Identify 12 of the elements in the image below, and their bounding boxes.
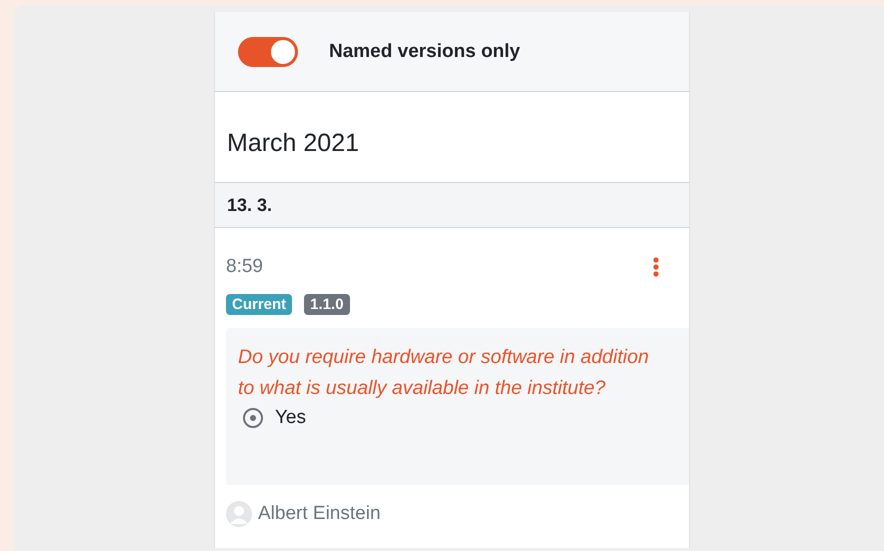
answer-label: Yes (275, 407, 306, 429)
filter-label: Named versions only (329, 40, 520, 62)
version-tag: Current (226, 294, 292, 315)
author-name: Albert Einstein (258, 503, 381, 525)
date-heading: 13. 3. (227, 194, 272, 216)
toggle-switch[interactable] (238, 36, 298, 66)
month-heading: March 2021 (227, 128, 360, 158)
avatar-icon (226, 501, 252, 527)
version-tag: 1.1.0 (304, 294, 350, 315)
more-options-icon[interactable] (653, 257, 659, 277)
version-time: 8:59 (226, 256, 263, 278)
question-text: Do you require hardware or software in addition to what is usually available in the institute? (238, 345, 650, 401)
